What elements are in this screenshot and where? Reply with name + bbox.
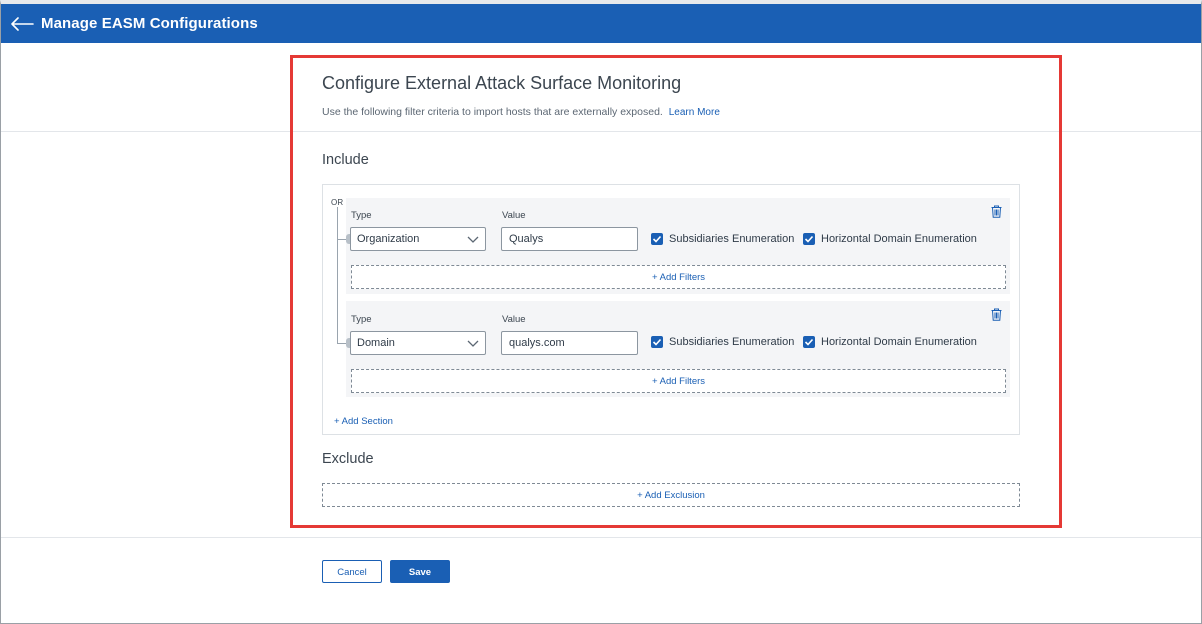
back-button[interactable]: [5, 4, 39, 43]
divider-bottom: [1, 537, 1201, 538]
cancel-button[interactable]: Cancel: [322, 560, 382, 583]
arrow-left-icon: [11, 16, 34, 31]
page-title: Manage EASM Configurations: [41, 15, 258, 32]
save-button[interactable]: Save: [390, 560, 450, 583]
top-bar: Manage EASM Configurations: [1, 4, 1201, 43]
highlight-box: [290, 55, 1062, 528]
